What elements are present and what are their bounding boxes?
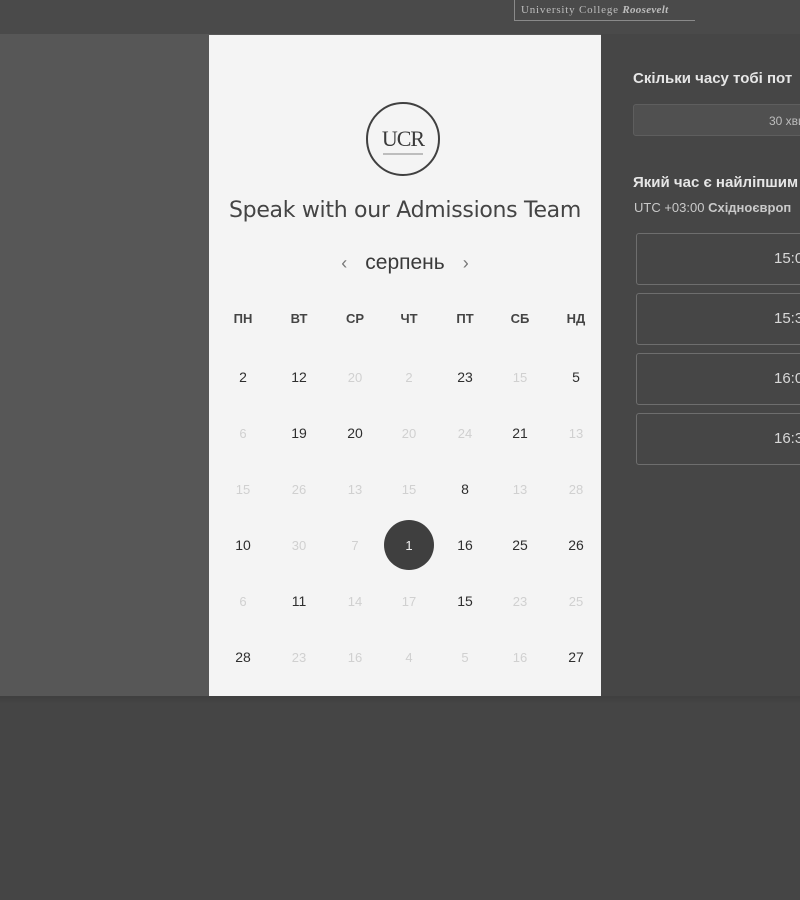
time-slot-label: 16:0 — [774, 370, 800, 387]
calendar-day[interactable]: 11 — [274, 576, 324, 626]
calendar-day: 2 — [405, 369, 413, 385]
calendar-day: 15 — [401, 481, 417, 497]
booking-calendar-card: UCR Speak with our Admissions Team ‹ сер… — [209, 35, 601, 696]
calendar-day: 17 — [401, 593, 417, 609]
time-slot-label: 15:0 — [774, 250, 800, 267]
calendar-day[interactable]: 26 — [551, 520, 601, 570]
calendar-day: 7 — [351, 537, 359, 553]
time-slot-label: 15:3 — [774, 310, 800, 327]
timezone-label[interactable]: UTC +03:00 Східноєвроп — [634, 200, 791, 215]
calendar-day[interactable]: 20 — [330, 408, 380, 458]
calendar-day: 13 — [512, 481, 528, 497]
calendar-day: 15 — [235, 481, 251, 497]
time-slot-button[interactable]: 16:3 — [636, 413, 800, 465]
calendar-day[interactable]: 21 — [495, 408, 545, 458]
university-logo[interactable]: University College Roosevelt — [514, 0, 695, 21]
calendar-day: 20 — [401, 425, 417, 441]
calendar-day: 20 — [347, 369, 363, 385]
calendar-day[interactable]: 5 — [551, 352, 601, 402]
duration-select[interactable]: 30 хвил — [633, 104, 800, 136]
calendar-day: 26 — [291, 481, 307, 497]
calendar-day-selected[interactable]: 1 — [384, 520, 434, 570]
time-slot-button[interactable]: 15:3 — [636, 293, 800, 345]
time-selection-panel: Скільки часу тобі пот 30 хвил Який час є… — [601, 34, 800, 696]
calendar-day: 30 — [291, 537, 307, 553]
calendar-day: 4 — [405, 649, 413, 665]
calendar-grid: 2 12 20 2 23 15 5 6 19 20 20 24 21 13 15 26 13 15 8 13 28 10 3… — [209, 35, 601, 696]
calendar-day[interactable]: 27 — [551, 632, 601, 682]
calendar-day[interactable]: 2 — [218, 352, 268, 402]
calendar-day[interactable]: 16 — [440, 520, 490, 570]
time-question: Який час є найліпшим — [633, 174, 799, 191]
calendar-day: 16 — [512, 649, 528, 665]
calendar-day[interactable]: 28 — [218, 632, 268, 682]
calendar-day: 5 — [461, 649, 469, 665]
calendar-day: 6 — [239, 593, 247, 609]
calendar-day: 28 — [568, 481, 584, 497]
calendar-day[interactable]: 8 — [440, 464, 490, 514]
time-slot-button[interactable]: 16:0 — [636, 353, 800, 405]
calendar-day[interactable]: 12 — [274, 352, 324, 402]
calendar-day: 25 — [568, 593, 584, 609]
calendar-day[interactable]: 23 — [440, 352, 490, 402]
calendar-day: 13 — [347, 481, 363, 497]
calendar-day: 14 — [347, 593, 363, 609]
calendar-day: 16 — [347, 649, 363, 665]
calendar-day: 23 — [291, 649, 307, 665]
calendar-day: 15 — [512, 369, 528, 385]
calendar-day[interactable]: 15 — [440, 576, 490, 626]
overlay-shadow — [0, 696, 800, 704]
duration-question: Скільки часу тобі пот — [633, 70, 793, 87]
calendar-day: 13 — [568, 425, 584, 441]
brand-name: University College Roosevelt — [521, 4, 669, 16]
duration-value: 30 хвил — [769, 114, 800, 128]
calendar-day: 23 — [512, 593, 528, 609]
calendar-day: 6 — [239, 425, 247, 441]
calendar-day[interactable]: 19 — [274, 408, 324, 458]
calendar-day[interactable]: 25 — [495, 520, 545, 570]
time-slot-button[interactable]: 15:0 — [636, 233, 800, 285]
calendar-day[interactable]: 10 — [218, 520, 268, 570]
top-bar: University College Roosevelt — [0, 0, 800, 34]
calendar-day: 24 — [457, 425, 473, 441]
time-slot-label: 16:3 — [774, 430, 800, 447]
